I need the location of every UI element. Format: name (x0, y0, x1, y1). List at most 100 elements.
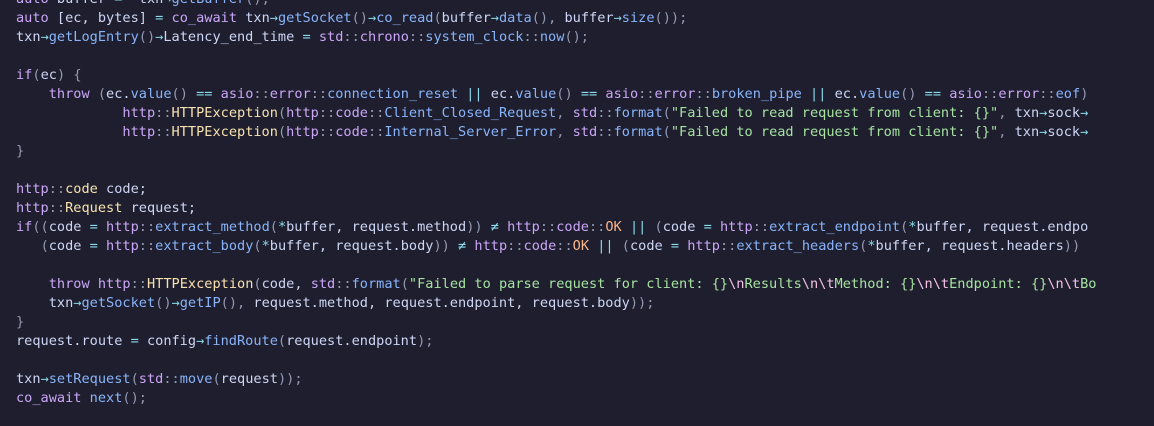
code-line[interactable]: http::code code; (16, 180, 147, 199)
code-token: http (122, 124, 156, 140)
code-token: format (613, 124, 663, 140)
code-token: = (89, 219, 98, 235)
code-line[interactable]: if(ec) { (16, 66, 82, 85)
code-line[interactable]: http::HTTPException(http::code::Internal… (16, 123, 1088, 142)
code-token: :: (163, 371, 180, 387)
code-token: → (613, 10, 622, 26)
code-token: code (65, 181, 98, 197)
code-token: → (490, 10, 499, 26)
code-token: buffer (49, 0, 114, 7)
code-token: co_await (171, 10, 238, 26)
code-token: "Failed to parse request for client: {} (408, 276, 729, 292)
code-line[interactable]: http::HTTPException(http::code::Client_C… (16, 104, 1088, 123)
code-token: chrono (359, 29, 409, 45)
code-token: auto (16, 10, 49, 26)
code-token: ( (433, 10, 442, 26)
code-token: setRequest (48, 371, 131, 387)
code-token: ) (1080, 86, 1089, 102)
code-token: http (97, 276, 131, 292)
code-line[interactable]: http::Request request; (16, 199, 196, 218)
code-token: → (171, 295, 180, 311)
code-token: asio (220, 86, 254, 102)
code-token: next (89, 390, 123, 406)
code-token: Request (65, 200, 123, 216)
code-token: Latency_end_time (163, 29, 303, 45)
code-token: if (16, 67, 33, 83)
code-line[interactable]: throw http::HTTPException(code, std::for… (16, 275, 1097, 294)
code-token: :: (523, 29, 540, 45)
code-token: buffer, request.method (286, 219, 467, 235)
code-token: value (859, 86, 901, 102)
code-token: asio (949, 86, 982, 102)
code-token: )) (466, 219, 483, 235)
code-token: getSocket (277, 10, 352, 26)
code-token: buffer (441, 10, 491, 26)
code-token: ( (212, 371, 221, 387)
code-token: code (335, 105, 368, 121)
code-token: == (580, 86, 598, 102)
code-token: txn (237, 10, 270, 26)
code-token: getIP (179, 295, 221, 311)
code-token: Method: {} (834, 276, 917, 292)
code-token: } (16, 143, 25, 159)
code-token: ec. (482, 86, 516, 102)
code-token: :: (368, 105, 385, 121)
code-token: std (572, 124, 598, 140)
code-token: system_clock (425, 29, 524, 45)
code-token: value (515, 86, 557, 102)
code-line[interactable]: } (16, 142, 24, 161)
code-token: extract_headers (736, 238, 860, 254)
code-line[interactable]: co_await next(); (16, 389, 147, 408)
code-token: == (924, 86, 942, 102)
code-line[interactable]: txn→setRequest(std::move(request)); (16, 370, 303, 389)
code-token: ec (40, 67, 57, 83)
code-line[interactable]: if((code = http::extract_method(*buffer,… (16, 218, 1088, 237)
code-line[interactable]: auto buffer = txn→getBuffer(); (16, 0, 270, 9)
code-token: if (16, 219, 33, 235)
code-line[interactable]: throw (ec.value() == asio::error::connec… (16, 85, 1089, 104)
code-line[interactable]: } (16, 313, 24, 332)
code-line[interactable]: auto [ec, bytes] = co_await txn→getSocke… (16, 9, 687, 28)
code-token: http (286, 105, 319, 121)
code-token: sock (1047, 105, 1081, 121)
code-line[interactable]: txn→getSocket()→getIP(), request.method,… (16, 294, 655, 313)
code-editor[interactable]: auto buffer = txn→getBuffer();auto [ec, … (0, 0, 1154, 426)
code-token: } (16, 314, 25, 330)
code-token: broken_pipe (711, 86, 802, 102)
code-token: :: (155, 105, 172, 121)
code-line[interactable]: (code = http::extract_body(*buffer, requ… (16, 237, 1081, 256)
code-token: () (138, 29, 156, 45)
code-token: std (572, 105, 598, 121)
code-token: :: (368, 124, 385, 140)
code-token: Endpoint: {} (949, 276, 1048, 292)
code-token: data (498, 10, 532, 26)
code-token: request.method, request.endpoint, reques… (245, 295, 630, 311)
code-token: ( (277, 105, 287, 121)
code-token: :: (597, 105, 614, 121)
code-token: extract_method (155, 219, 270, 235)
code-token: buffer, request.headers (875, 238, 1064, 254)
code-token: ( (130, 371, 139, 387)
code-token: http (106, 238, 139, 254)
code-token: ); (417, 333, 434, 349)
code-token: OK (572, 238, 590, 254)
code-line[interactable]: txn→getLogEntry()→Latency_end_time = std… (16, 28, 589, 47)
code-token: http (507, 219, 540, 235)
code-token: || (629, 219, 647, 235)
code-token: { (73, 67, 82, 83)
code-token: getBuffer (172, 0, 246, 7)
code-line[interactable]: request.route = config→findRoute(request… (16, 332, 433, 351)
code-token: :: (752, 219, 770, 235)
code-token: txn (16, 295, 74, 311)
code-token: \n\t (1047, 276, 1081, 292)
